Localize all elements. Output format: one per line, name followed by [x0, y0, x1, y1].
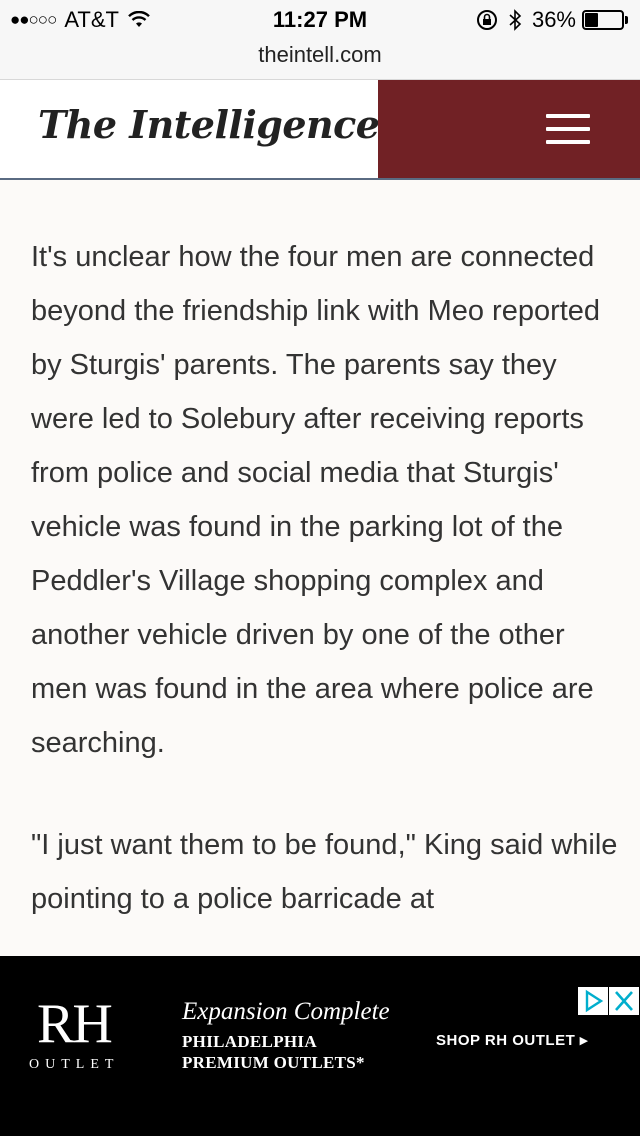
- article-body: It's unclear how the four men are connec…: [31, 230, 621, 974]
- battery-fill: [585, 13, 598, 27]
- ad-shop-link[interactable]: SHOP RH OUTLET ▸: [436, 1031, 588, 1049]
- ad-location: PHILADELPHIA: [182, 1032, 317, 1051]
- status-bar: ●●○○○ AT&T 11:27 PM 36%: [0, 0, 640, 40]
- status-right: 36%: [476, 7, 628, 33]
- site-header: The Intelligencer: [0, 80, 640, 180]
- ad-brand-logo: RH: [37, 993, 113, 1055]
- ad-brand-sublabel: OUTLET: [29, 1057, 120, 1072]
- article-paragraph: "I just want them to be found," King sai…: [31, 829, 618, 915]
- adchoices-icon[interactable]: [578, 987, 608, 1015]
- hamburger-menu-icon: [546, 114, 590, 144]
- url-text: theintell.com: [258, 42, 382, 67]
- ad-banner[interactable]: RH OUTLET Expansion Complete PHILADELPHI…: [0, 956, 640, 1136]
- battery-percent: 36%: [531, 7, 576, 32]
- rotation-lock-icon: [476, 10, 497, 30]
- close-icon[interactable]: [609, 987, 639, 1015]
- ad-headline: Expansion Complete: [182, 998, 390, 1025]
- ad-venue: PREMIUM OUTLETS*: [182, 1053, 365, 1072]
- article-paragraph: It's unclear how the four men are connec…: [31, 241, 601, 759]
- address-bar[interactable]: theintell.com: [0, 40, 640, 80]
- bluetooth-icon: [509, 9, 522, 31]
- menu-button[interactable]: [378, 80, 640, 178]
- site-logo[interactable]: The Intelligencer: [38, 102, 399, 147]
- battery-icon: [582, 9, 628, 31]
